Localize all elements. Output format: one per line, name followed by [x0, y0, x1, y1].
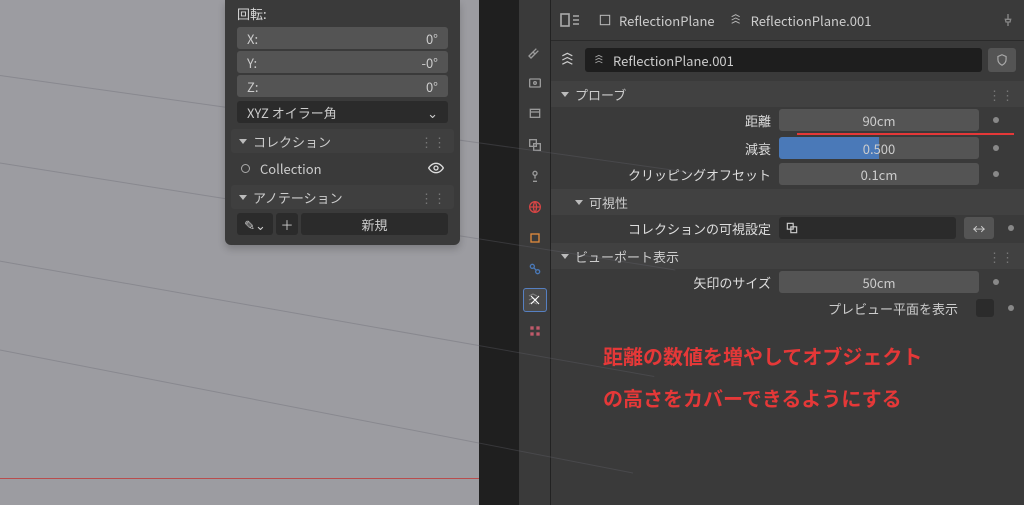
axis-value: 0° — [426, 77, 438, 96]
rotation-mode-dropdown[interactable]: XYZ オイラー角 ⌄ — [237, 101, 448, 123]
object-icon — [597, 12, 613, 28]
properties-panel: ReflectionPlane ReflectionPlane.001 Refl… — [551, 0, 1024, 505]
tab-render-icon[interactable] — [523, 71, 547, 95]
circle-icon — [241, 164, 250, 173]
properties-tabs — [519, 0, 551, 505]
chevron-down-icon — [561, 254, 569, 259]
datablock-name: ReflectionPlane.001 — [613, 51, 734, 70]
plus-icon: ＋ — [280, 215, 293, 234]
distance-label: 距離 — [561, 111, 771, 130]
reflection-plane-icon — [593, 53, 607, 67]
breadcrumb-item[interactable]: ReflectionPlane.001 — [751, 11, 872, 30]
fake-user-button[interactable] — [988, 48, 1016, 72]
datablock-name-field[interactable]: ReflectionPlane.001 — [585, 48, 982, 72]
arrow-size-field[interactable]: 50cm — [779, 271, 979, 293]
section-collection-header[interactable]: コレクション ⋮⋮ — [231, 129, 454, 153]
annotation-add-button[interactable]: ＋ — [276, 213, 298, 235]
animate-dot-icon[interactable] — [993, 279, 999, 285]
axis-label: Y: — [247, 53, 271, 72]
overlay-line1: 距離の数値を増やしてオブジェクト — [603, 335, 1024, 377]
drag-dots-icon: ⋮⋮ — [988, 247, 1014, 266]
axis-value: 0° — [426, 29, 438, 48]
rotation-z-field[interactable]: Z: 0° — [237, 75, 448, 97]
breadcrumb: ReflectionPlane — [597, 11, 715, 30]
tab-tool-icon[interactable] — [523, 40, 547, 64]
rotation-y-field[interactable]: Y: -0° — [237, 51, 448, 73]
arrow-size-label: 矢印のサイズ — [561, 273, 771, 292]
animate-dot-icon[interactable] — [1008, 225, 1014, 231]
area-divider[interactable] — [479, 0, 519, 505]
section-title: アノテーション — [253, 188, 343, 207]
tab-world-icon[interactable] — [523, 195, 547, 219]
editor-type-icon[interactable] — [559, 11, 583, 29]
chevron-down-icon — [561, 92, 569, 97]
breadcrumb-item[interactable]: ReflectionPlane — [619, 11, 715, 30]
falloff-label: 減衰 — [561, 139, 771, 158]
annotation-layer-button[interactable]: ✎⌄ — [237, 213, 273, 235]
axis-label: Z: — [247, 77, 271, 96]
reflection-plane-icon — [559, 50, 579, 70]
falloff-field[interactable]: 0.500 — [779, 137, 979, 159]
chevron-down-icon — [239, 195, 247, 200]
animate-dot-icon[interactable] — [993, 171, 999, 177]
collection-visibility-field[interactable] — [779, 217, 956, 239]
tab-data-icon[interactable] — [523, 288, 547, 312]
axis-value: -0° — [421, 53, 438, 72]
overlay-line2: の高さをカバーできるようにする — [603, 377, 1024, 419]
annotation-new-button[interactable]: 新規 — [301, 213, 448, 235]
breadcrumb: ReflectionPlane.001 — [729, 11, 872, 30]
section-annotation-header[interactable]: アノテーション ⋮⋮ — [231, 185, 454, 209]
tab-output-icon[interactable] — [523, 102, 547, 126]
drag-dots-icon: ⋮⋮ — [988, 85, 1014, 104]
chevron-down-icon — [575, 200, 583, 205]
axis-label: X: — [247, 29, 271, 48]
panel-title: プローブ — [575, 85, 626, 104]
pin-icon[interactable] — [1000, 12, 1016, 28]
clipping-offset-field[interactable]: 0.1cm — [779, 163, 979, 185]
chevron-down-icon — [239, 139, 247, 144]
annotation-new-label: 新規 — [361, 215, 387, 234]
pencil-icon: ✎⌄ — [244, 215, 266, 234]
panel-title: 可視性 — [589, 193, 628, 212]
tab-viewlayer-icon[interactable] — [523, 133, 547, 157]
clipping-offset-label: クリッピングオフセット — [561, 165, 771, 184]
collection-visibility-label: コレクションの可視設定 — [561, 219, 771, 238]
panel-viewport-display-header[interactable]: ビューポート表示 ⋮⋮ — [551, 243, 1024, 269]
reflection-plane-icon — [729, 12, 745, 28]
panel-probe-header[interactable]: プローブ ⋮⋮ — [551, 81, 1024, 107]
collection-icon — [785, 221, 799, 235]
rotation-x-field[interactable]: X: 0° — [237, 27, 448, 49]
chevron-down-icon: ⌄ — [427, 103, 438, 122]
collection-name: Collection — [260, 159, 322, 178]
invert-button[interactable]: ↔ — [964, 217, 994, 239]
viewport-3d[interactable]: 回転: X: 0° Y: -0° Z: 0° XYZ オイラー角 ⌄ コレクショ… — [0, 0, 479, 505]
section-title: コレクション — [253, 132, 331, 151]
eye-icon[interactable] — [428, 160, 444, 176]
animate-dot-icon[interactable] — [993, 145, 999, 151]
rotation-label: 回転: — [225, 0, 460, 25]
n-panel: 回転: X: 0° Y: -0° Z: 0° XYZ オイラー角 ⌄ コレクショ… — [225, 0, 460, 245]
animate-dot-icon[interactable] — [993, 117, 999, 123]
tab-texture-icon[interactable] — [523, 319, 547, 343]
tab-constraints-icon[interactable] — [523, 257, 547, 281]
preview-plane-checkbox[interactable] — [976, 299, 994, 317]
collection-row[interactable]: Collection — [241, 157, 444, 179]
panel-visibility-header[interactable]: 可視性 — [551, 189, 1024, 215]
tab-scene-icon[interactable] — [523, 164, 547, 188]
distance-field[interactable]: 90cm — [779, 109, 979, 131]
animate-dot-icon[interactable] — [1008, 305, 1014, 311]
properties-header: ReflectionPlane ReflectionPlane.001 — [551, 0, 1024, 41]
drag-dots-icon: ⋮⋮ — [420, 132, 446, 151]
dropdown-label: XYZ オイラー角 — [247, 103, 337, 122]
drag-dots-icon: ⋮⋮ — [420, 188, 446, 207]
preview-plane-label: プレビュー平面を表示 — [828, 299, 958, 318]
